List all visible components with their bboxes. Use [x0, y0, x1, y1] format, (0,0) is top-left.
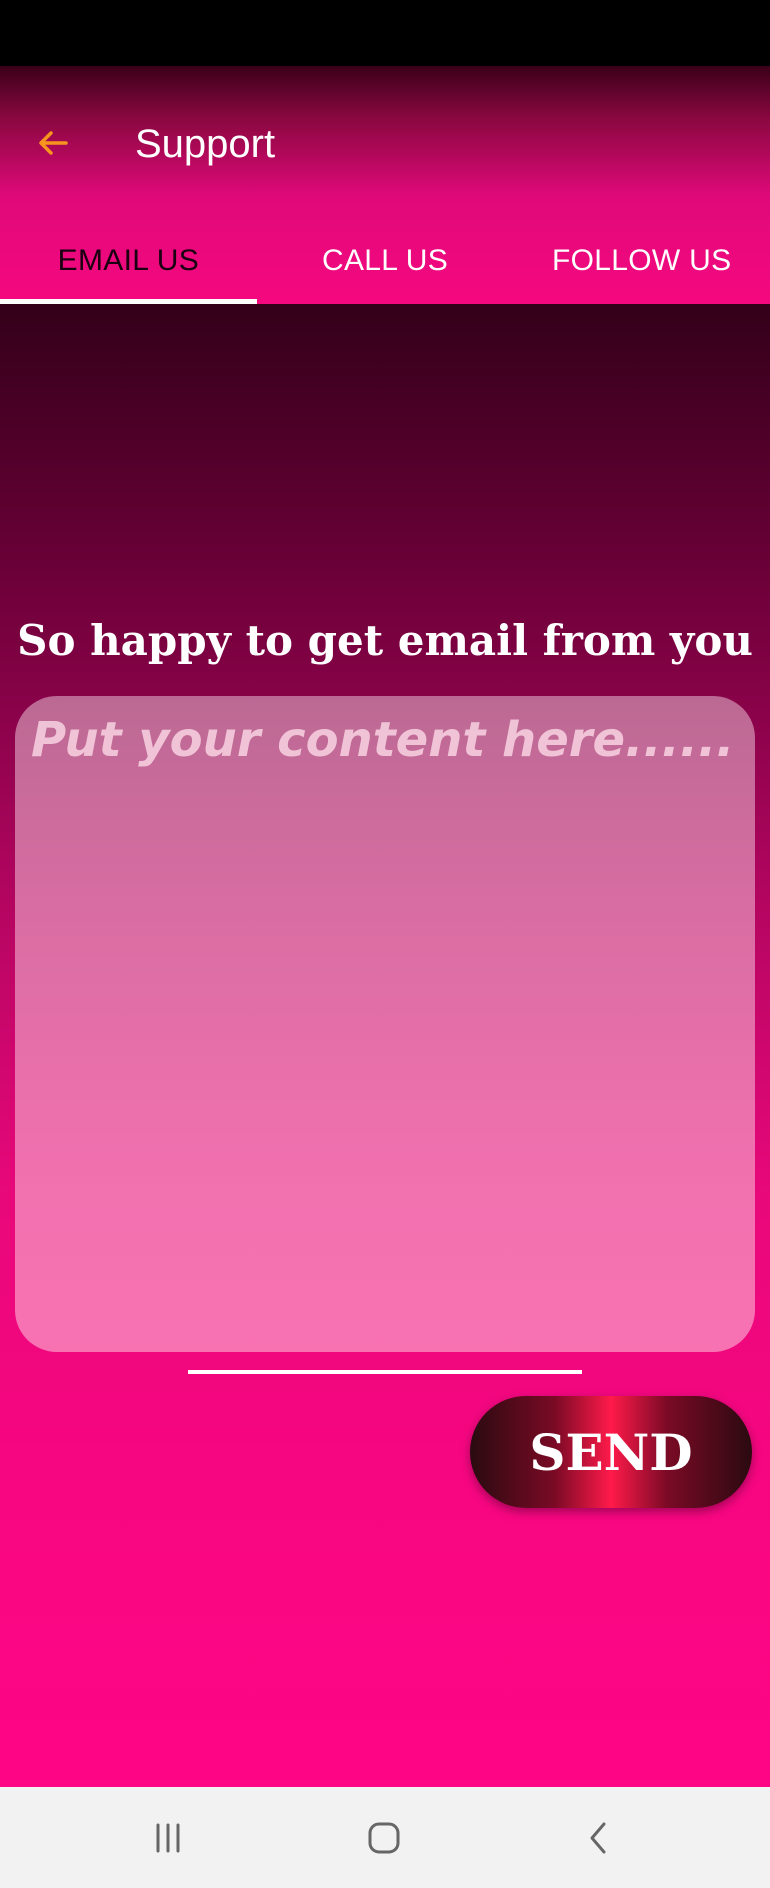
- email-headline: So happy to get email from you: [17, 616, 753, 665]
- status-bar: [0, 0, 770, 66]
- send-button[interactable]: SEND: [470, 1396, 752, 1508]
- recents-button[interactable]: [108, 1787, 228, 1888]
- home-button[interactable]: [324, 1787, 444, 1888]
- tab-follow-us[interactable]: FOLLOW US: [513, 218, 770, 304]
- tab-call-us[interactable]: CALL US: [257, 218, 514, 304]
- send-button-label: SEND: [529, 1422, 693, 1482]
- input-underline: [188, 1370, 582, 1374]
- support-screen: Support EMAIL US CALL US FOLLOW US So ha…: [0, 0, 770, 1888]
- app-bar: Support EMAIL US CALL US FOLLOW US: [0, 66, 770, 304]
- tab-email-us[interactable]: EMAIL US: [0, 218, 257, 304]
- message-input[interactable]: Put your content here......: [15, 696, 755, 1352]
- home-icon: [368, 1822, 400, 1853]
- email-us-panel: So happy to get email from you Put your …: [0, 304, 770, 1787]
- nav-back-button[interactable]: [538, 1787, 658, 1888]
- arrow-left-icon: [39, 131, 68, 155]
- message-placeholder: Put your content here......: [31, 712, 735, 768]
- chevron-left-icon: [590, 1822, 606, 1853]
- system-nav-bar: [0, 1787, 770, 1888]
- back-button[interactable]: [30, 120, 76, 166]
- recents-icon: [156, 1823, 180, 1852]
- tab-label: FOLLOW US: [551, 244, 732, 277]
- page-title: Support: [135, 122, 276, 166]
- tab-label: CALL US: [321, 244, 449, 277]
- tab-label: EMAIL US: [57, 244, 199, 277]
- tab-bar: EMAIL US CALL US FOLLOW US: [0, 218, 770, 304]
